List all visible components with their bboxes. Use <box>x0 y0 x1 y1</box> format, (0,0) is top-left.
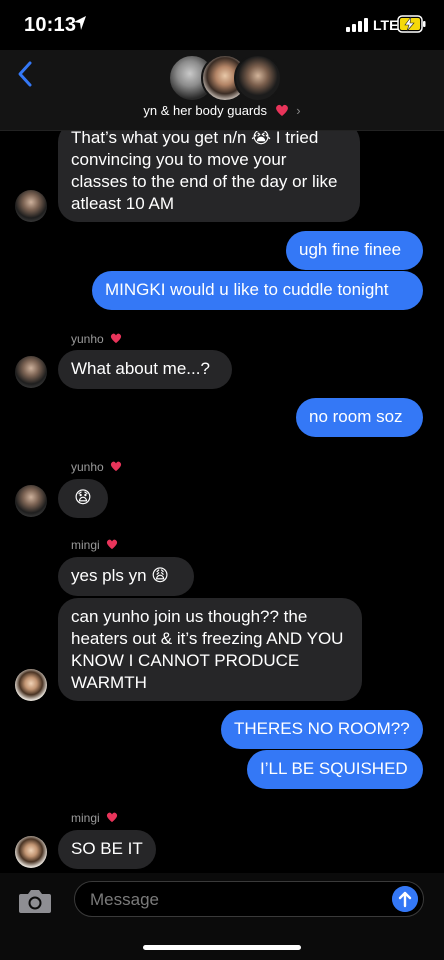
message-bubble-incoming[interactable]: 😧 <box>58 479 108 518</box>
sender-name: mingi <box>71 538 100 552</box>
status-bar: 10:13 LTE <box>0 0 444 50</box>
message-bubble-incoming[interactable]: What about me...? <box>58 350 232 389</box>
sender-label: yunho <box>71 332 122 346</box>
message-bubble-outgoing[interactable]: MINGKI would u like to cuddle tonight <box>92 271 423 310</box>
heart-icon <box>106 539 117 550</box>
avatar-mingi <box>15 836 47 868</box>
message-bubble-incoming[interactable]: SO BE IT <box>58 830 156 869</box>
camera-icon[interactable] <box>18 888 52 914</box>
message-bubble-outgoing[interactable]: ugh fine finee <box>286 231 423 270</box>
chevron-right-icon: › <box>296 103 301 118</box>
message-input[interactable]: Message <box>74 881 424 917</box>
avatar-yunho <box>15 190 47 222</box>
sender-label: mingi <box>71 538 118 552</box>
battery-charging-icon <box>397 15 426 33</box>
status-time: 10:13 <box>24 14 77 36</box>
heart-icon <box>275 104 288 116</box>
signal-bars-icon <box>346 18 368 32</box>
sender-name: yunho <box>71 332 104 346</box>
message-bubble-outgoing[interactable]: I’LL BE SQUISHED <box>247 750 423 789</box>
avatar-mingi <box>15 669 47 701</box>
message-list[interactable]: That’s what you get n/n 😭 I tried convin… <box>0 131 444 873</box>
group-avatar-3 <box>234 54 282 102</box>
group-name[interactable]: yn & her body guards › <box>0 103 444 118</box>
location-arrow-icon <box>74 16 86 30</box>
heart-icon <box>110 461 121 472</box>
message-bubble-outgoing[interactable]: THERES NO ROOM?? <box>221 710 423 749</box>
sender-name: mingi <box>71 811 100 825</box>
heart-icon <box>106 812 117 823</box>
message-bubble-incoming[interactable]: yes pls yn 😩 <box>58 557 194 596</box>
sender-label: mingi <box>71 811 118 825</box>
avatar-yunho <box>15 485 47 517</box>
home-indicator[interactable] <box>143 945 301 950</box>
avatar-yunho <box>15 356 47 388</box>
group-avatars[interactable] <box>168 54 282 102</box>
sender-name: yunho <box>71 460 104 474</box>
back-chevron-icon[interactable] <box>14 60 36 88</box>
network-type: LTE <box>373 17 399 33</box>
message-input-placeholder: Message <box>90 890 159 909</box>
send-arrow-icon[interactable] <box>392 886 418 912</box>
message-bubble-incoming[interactable]: That’s what you get n/n 😭 I tried convin… <box>58 131 360 222</box>
group-name-label: yn & her body guards <box>143 103 267 118</box>
message-bubble-outgoing[interactable]: no room soz <box>296 398 423 437</box>
sender-label: yunho <box>71 460 122 474</box>
heart-icon <box>110 333 121 344</box>
message-bubble-incoming[interactable]: can yunho join us though?? the heaters o… <box>58 598 362 701</box>
